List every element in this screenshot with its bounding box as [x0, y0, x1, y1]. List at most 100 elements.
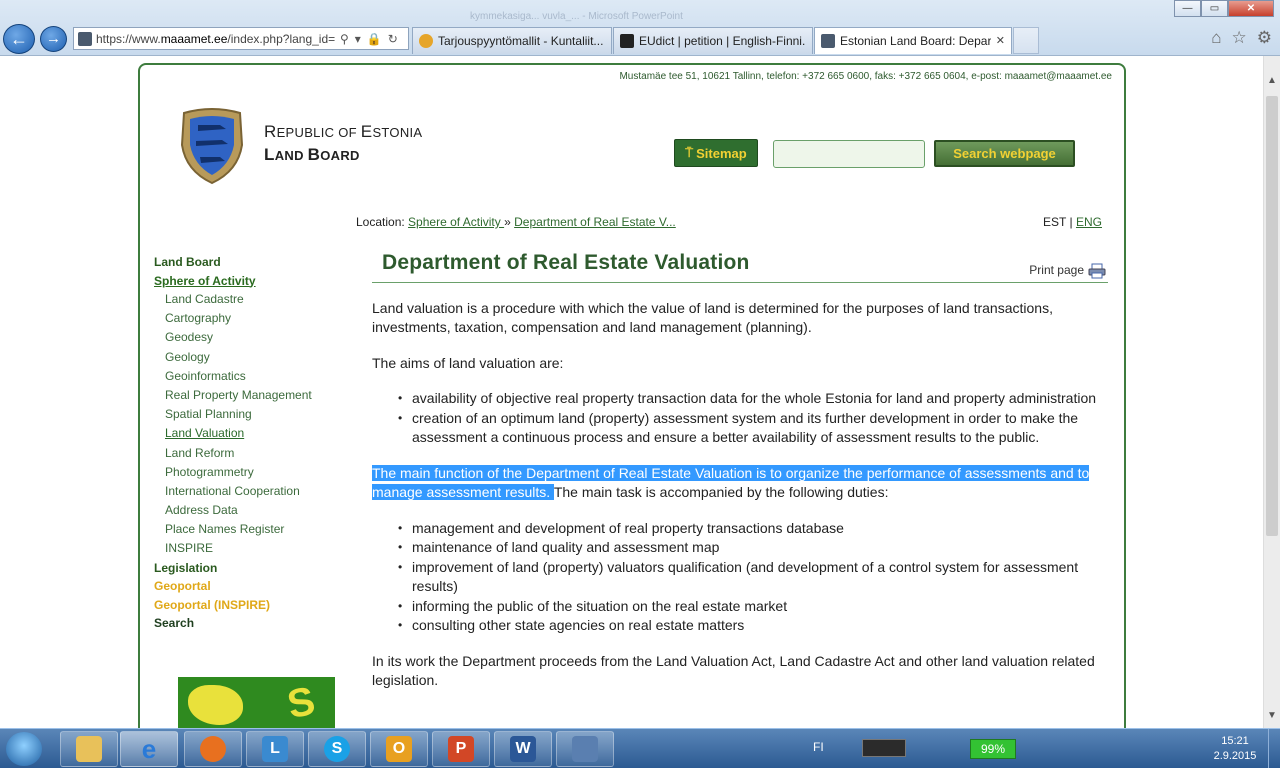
search-input[interactable] [773, 140, 925, 168]
scroll-thumb[interactable] [1266, 96, 1278, 536]
sidebar-subitem[interactable]: Real Property Management [154, 388, 354, 407]
signpost-icon: ⍑ [685, 145, 694, 160]
windows-taskbar: e L S O P W FI 99% 15:21 2.9.2015 [0, 728, 1280, 768]
lock-icon[interactable]: 🔒 [367, 32, 382, 46]
page-viewport: Mustamäe tee 51, 10621 Tallinn, telefon:… [0, 56, 1263, 728]
breadcrumb-prefix: Location: [356, 215, 405, 229]
search-webpage-button[interactable]: Search webpage [934, 140, 1075, 167]
taskbar-firefox[interactable] [184, 731, 242, 767]
scroll-up-icon[interactable]: ▲ [1264, 72, 1280, 89]
brand-cap: E [360, 122, 373, 141]
sidebar-subitem[interactable]: Geodesy [154, 330, 354, 349]
clock-time: 15:21 [1221, 735, 1249, 747]
address-url[interactable]: https://www.maaamet.ee/index.php?lang_id… [96, 32, 336, 46]
address-tools: ⚲ ▾ 🔒 ↻ [340, 32, 398, 46]
list-item: availability of objective real property … [398, 389, 1108, 409]
taskbar-explorer[interactable] [60, 731, 118, 767]
sidebar-subitem[interactable]: Cartography [154, 311, 354, 330]
site-brand[interactable]: REPUBLIC OF ESTONIA LAND BOARD [264, 121, 422, 167]
sidebar-subitem[interactable]: International Cooperation [154, 484, 354, 503]
tab-label: EUdict | petition | English-Finni... [639, 34, 806, 48]
close-tab-icon[interactable]: ✕ [996, 34, 1005, 54]
print-page-link[interactable]: Print page [1029, 261, 1106, 281]
start-button[interactable] [6, 732, 42, 766]
remote-desktop-icon [572, 736, 598, 762]
aims-heading: The aims of land valuation are: [372, 354, 564, 371]
printer-icon [1088, 263, 1106, 279]
folder-icon [76, 736, 102, 762]
show-desktop-button[interactable] [1268, 729, 1280, 768]
battery-indicator[interactable]: 99% [970, 739, 1016, 759]
sidebar-subitem[interactable]: Place Names Register [154, 522, 354, 541]
taskbar-internet-explorer[interactable]: e [120, 731, 178, 767]
sidebar-subitem[interactable]: Land Reform [154, 446, 354, 465]
sidebar-subitem[interactable]: Photogrammetry [154, 465, 354, 484]
breadcrumb-sphere-of-activity[interactable]: Sphere of Activity [408, 215, 504, 229]
lync-icon: L [262, 736, 288, 762]
taskbar-word[interactable]: W [494, 731, 552, 767]
vertical-scrollbar[interactable]: ▲ ▼ [1263, 56, 1280, 728]
lang-eng[interactable]: ENG [1076, 215, 1102, 229]
tab-label: Tarjouspyyntömallit - Kuntaliit... [438, 34, 604, 48]
breadcrumb-department[interactable]: Department of Real Estate V... [514, 215, 676, 229]
sidebar-item-land-board[interactable]: Land Board [154, 255, 354, 274]
dropdown-icon[interactable]: ▾ [355, 32, 361, 46]
favorites-star-icon[interactable]: ☆ [1232, 28, 1247, 48]
sidebar-item-search[interactable]: Search [154, 616, 354, 635]
taskbar-remote-desktop[interactable] [556, 731, 614, 767]
sidebar-subitem[interactable]: Spatial Planning [154, 407, 354, 426]
tab-tarjous[interactable]: Tarjouspyyntömallit - Kuntaliit... [412, 27, 612, 54]
search-icon[interactable]: ⚲ [340, 32, 349, 46]
taskbar-lync[interactable]: L [246, 731, 304, 767]
tab-land-board[interactable]: Estonian Land Board: Depar... ✕ [814, 27, 1012, 54]
scroll-down-icon[interactable]: ▼ [1264, 707, 1280, 724]
new-tab-button[interactable] [1013, 27, 1039, 54]
input-language[interactable]: FI [813, 740, 824, 754]
firefox-icon [200, 736, 226, 762]
sidebar-subitem[interactable]: Geology [154, 350, 354, 369]
sidebar-subitem[interactable]: Geoinformatics [154, 369, 354, 388]
sitemap-button[interactable]: ⍑ Sitemap [674, 139, 758, 167]
settings-gear-icon[interactable]: ⚙ [1257, 28, 1272, 48]
sidebar-item-geoportal-inspire[interactable]: Geoportal (INSPIRE) [154, 598, 354, 617]
sidebar-item-legislation[interactable]: Legislation [154, 561, 354, 580]
promo-banner[interactable]: S [178, 677, 335, 728]
brand-cap: L [264, 145, 275, 164]
close-window-button[interactable]: ✕ [1228, 0, 1274, 17]
breadcrumb: Location: Sphere of Activity » Departmen… [356, 215, 676, 229]
breadcrumb-separator: » [504, 215, 511, 229]
taskbar-outlook[interactable]: O [370, 731, 428, 767]
forward-button[interactable]: → [40, 26, 67, 52]
signal-strength-icon[interactable] [862, 739, 906, 757]
home-icon[interactable]: ⌂ [1211, 28, 1221, 48]
sidebar-subitem[interactable]: Land Cadastre [154, 292, 354, 311]
duties-intro: The main task is accompanied by the foll… [553, 484, 889, 500]
maximize-button[interactable]: ▭ [1201, 0, 1228, 17]
brand-text: AND [274, 148, 308, 163]
refresh-icon[interactable]: ↻ [388, 32, 398, 46]
list-item: management and development of real prope… [398, 519, 1108, 539]
sidebar-item-geoportal[interactable]: Geoportal [154, 579, 354, 598]
outlook-icon: O [386, 736, 412, 762]
intro-paragraph: Land valuation is a procedure with which… [372, 299, 1053, 336]
list-item: informing the public of the situation on… [398, 597, 1108, 617]
lang-est[interactable]: EST [1043, 215, 1066, 229]
sidebar-subitem[interactable]: Address Data [154, 503, 354, 522]
sidebar-subitem-land-valuation[interactable]: Land Valuation [154, 426, 354, 445]
taskbar-powerpoint[interactable]: P [432, 731, 490, 767]
minimize-button[interactable]: — [1174, 0, 1201, 17]
system-clock[interactable]: 15:21 2.9.2015 [1207, 734, 1263, 764]
sidebar-item-sphere-of-activity[interactable]: Sphere of Activity [154, 274, 354, 293]
brand-line2: LAND BOARD [264, 144, 422, 167]
arrow-left-icon: ← [10, 29, 28, 49]
word-icon: W [510, 736, 536, 762]
list-item: consulting other state agencies on real … [398, 616, 1108, 636]
sidebar-subitem[interactable]: INSPIRE [154, 541, 354, 560]
list-item: improvement of land (property) valuators… [398, 558, 1108, 597]
tab-favicon-icon [620, 34, 634, 48]
address-bar[interactable]: https://www.maaamet.ee/index.php?lang_id… [73, 27, 409, 50]
duties-list: management and development of real prope… [372, 519, 1108, 636]
taskbar-skype[interactable]: S [308, 731, 366, 767]
back-button[interactable]: ← [3, 24, 35, 54]
tab-eudict[interactable]: EUdict | petition | English-Finni... [613, 27, 813, 54]
